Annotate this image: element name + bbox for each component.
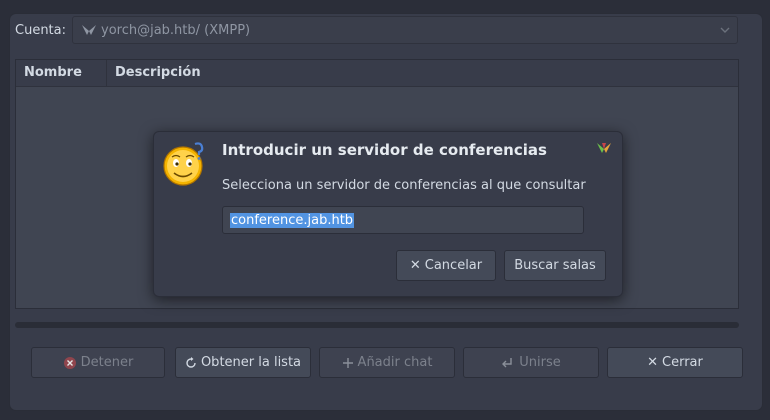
list-header: Nombre Descripción — [16, 60, 738, 87]
refresh-icon — [186, 356, 196, 368]
column-header-description[interactable]: Descripción — [107, 60, 201, 86]
plus-icon — [342, 357, 353, 368]
stop-icon — [63, 356, 76, 369]
add-chat-label: Añadir chat — [357, 355, 433, 370]
account-select[interactable]: yorch@jab.htb/ (XMPP) — [72, 16, 738, 44]
column-header-name[interactable]: Nombre — [16, 60, 107, 86]
join-icon — [502, 357, 512, 367]
selected-input-text: conference.jab.htb — [230, 212, 355, 228]
pidgin-logo-icon — [597, 143, 611, 153]
stop-button[interactable]: Detener — [31, 347, 165, 378]
account-value: yorch@jab.htb/ (XMPP) — [101, 22, 251, 38]
search-rooms-label: Buscar salas — [514, 258, 596, 273]
close-button[interactable]: ✕ Cerrar — [607, 347, 743, 378]
close-icon: ✕ — [409, 258, 421, 273]
add-chat-button[interactable]: Añadir chat — [319, 347, 455, 378]
xmpp-icon — [81, 23, 97, 37]
join-button[interactable]: Unirse — [463, 347, 599, 378]
question-emoji-icon — [163, 142, 204, 186]
close-icon: ✕ — [647, 355, 659, 370]
cancel-button[interactable]: ✕ Cancelar — [396, 250, 496, 281]
get-list-button[interactable]: Obtener la lista — [175, 347, 311, 378]
dialog-title: Introducir un servidor de conferencias — [222, 141, 547, 159]
join-label: Unirse — [519, 355, 561, 370]
chevron-down-icon — [720, 27, 730, 33]
progress-bar — [15, 322, 739, 328]
account-label: Cuenta: — [15, 23, 66, 38]
cancel-label: Cancelar — [424, 258, 483, 273]
search-rooms-button[interactable]: Buscar salas — [504, 250, 606, 281]
dialog-message: Selecciona un servidor de conferencias a… — [222, 178, 586, 193]
get-list-label: Obtener la lista — [200, 355, 302, 370]
close-label: Cerrar — [662, 355, 703, 370]
stop-label: Detener — [80, 355, 134, 370]
conference-server-dialog: Introducir un servidor de conferencias S… — [153, 131, 623, 297]
conference-server-input[interactable]: conference.jab.htb — [222, 206, 584, 234]
